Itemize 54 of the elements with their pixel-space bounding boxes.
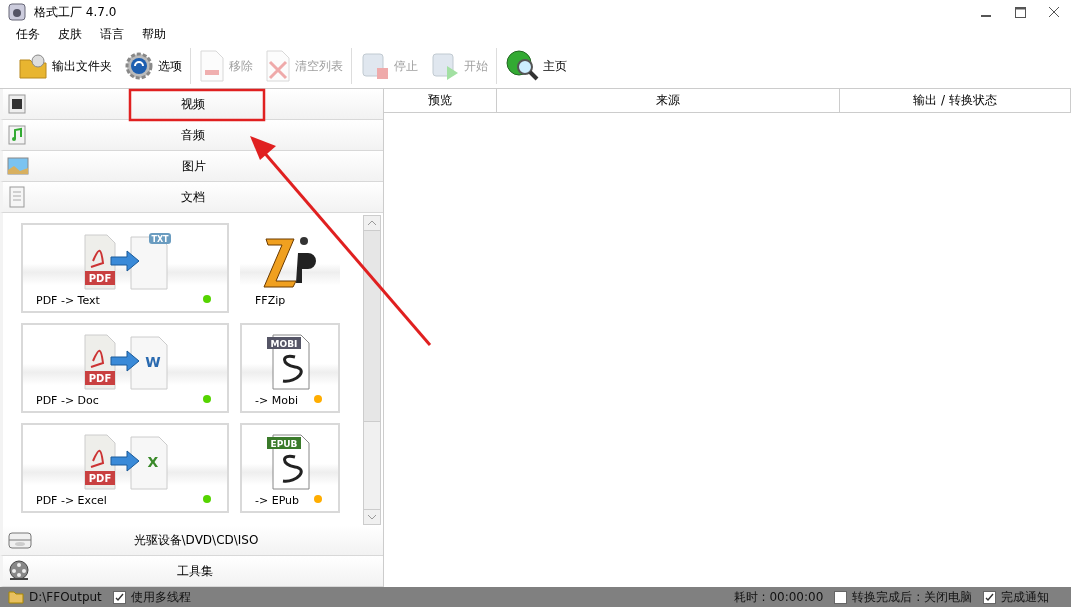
column-header[interactable]: 预览 (384, 89, 497, 112)
tile-label: -> EPub (255, 494, 300, 507)
tile-label: PDF -> Doc (36, 394, 99, 407)
window-title: 格式工厂 4.7.0 (34, 3, 117, 21)
app-icon (8, 3, 26, 21)
multithread-checkbox[interactable] (112, 590, 126, 604)
film-reel-icon (7, 559, 31, 583)
document-cross-icon (265, 50, 291, 82)
column-header[interactable]: 输出 / 转换状态 (840, 89, 1071, 112)
document-minus-icon (199, 50, 225, 82)
column-header[interactable]: 来源 (497, 89, 840, 112)
tile-label: FFZip (255, 294, 286, 307)
elapsed-time: 耗时 : 00:00:00 (733, 588, 824, 606)
menu-item[interactable]: 皮肤 (56, 25, 84, 43)
notify-checkbox[interactable] (983, 590, 996, 604)
converter-tile[interactable]: PDF W PDF -> Doc (21, 323, 229, 413)
stop-icon (360, 50, 390, 82)
gear-icon (124, 51, 154, 81)
checkbox-label: 转换完成后 : 关闭电脑 (852, 588, 972, 606)
film-icon (7, 93, 27, 115)
globe-search-icon (505, 49, 539, 83)
category-tab[interactable]: 音频 (0, 120, 383, 151)
category-tab[interactable]: 光驱设备\DVD\CD\ISO (0, 525, 383, 556)
menu-item[interactable]: 任务 (14, 25, 42, 43)
menu-item[interactable]: 语言 (98, 25, 126, 43)
folder-icon (8, 590, 24, 604)
minimize-icon (981, 15, 991, 17)
tile-label: PDF -> Text (36, 294, 100, 307)
converter-tile[interactable]: MOBI -> Mobi (240, 323, 340, 413)
tile-label: PDF -> Excel (36, 494, 107, 507)
music-note-icon (7, 124, 27, 146)
converter-tile[interactable]: EPUB -> EPub (240, 423, 340, 513)
converter-tile[interactable]: PDF X PDF -> Excel (21, 423, 229, 513)
maximize-icon (1014, 6, 1026, 18)
category-tab[interactable]: 文档 (0, 182, 383, 213)
category-tab[interactable]: 图片 (0, 151, 383, 182)
toolbar-button[interactable]: 选项 (118, 46, 188, 86)
landscape-icon (7, 155, 29, 177)
folder-icon (18, 52, 48, 80)
play-icon (430, 50, 460, 82)
checkbox-label: 完成通知 (1001, 588, 1049, 606)
category-tab[interactable]: 视频 (0, 89, 383, 120)
menu-item[interactable]: 帮助 (140, 25, 168, 43)
tile-label: -> Mobi (255, 394, 298, 407)
toolbar-button[interactable]: 输出文件夹 (12, 46, 118, 86)
disc-drive-icon (7, 529, 33, 551)
checkbox-label: 使用多线程 (130, 588, 191, 606)
close-icon (1049, 7, 1059, 17)
converter-tile[interactable]: PDF TXT PDF -> Text (21, 223, 229, 313)
toolbar-button[interactable]: 主页 (499, 46, 573, 86)
shutdown-checkbox[interactable] (834, 590, 848, 604)
output-path: D:\FFOutput (29, 590, 102, 604)
document-icon (7, 186, 27, 208)
category-tab[interactable]: 工具集 (0, 556, 383, 587)
